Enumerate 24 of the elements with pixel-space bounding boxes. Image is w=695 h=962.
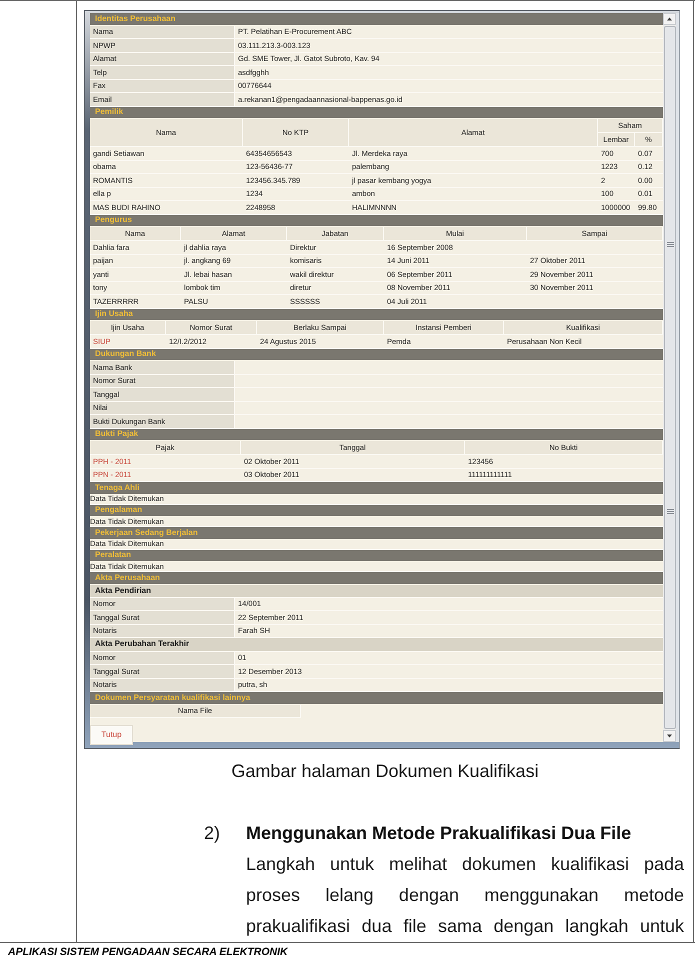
section-header: Pengurus [90, 214, 663, 227]
step-heading: Menggunakan Metode Prakualifikasi Dua File [246, 822, 632, 845]
section-header: Akta Perusahaan [90, 572, 663, 584]
page-footer: APLIKASI SISTEM PENGADAAN SECARA ELEKTRONIK [8, 947, 288, 958]
close-button[interactable]: Tutup [90, 724, 133, 744]
section-header: Bukti Pajak [90, 428, 663, 441]
section-header: Pemilik [90, 106, 663, 119]
section-header: Identitas Perusahaan [90, 13, 663, 26]
grip-icon [666, 509, 674, 514]
scroll-up-icon[interactable] [663, 13, 676, 25]
section-header: Pengalaman [90, 504, 663, 517]
section-header: Peralatan [90, 550, 663, 562]
scroll-down-icon[interactable] [663, 730, 676, 742]
section-header: Dukungan Bank [90, 348, 663, 361]
section-header: Tenaga Ahli [90, 482, 663, 494]
list-number: 2) [204, 822, 222, 845]
section-header: Ijin Usaha [90, 308, 663, 321]
figure-caption: Gambar halaman Dokumen Kualifikasi [231, 761, 539, 782]
step-paragraph: Langkah untuk melihat dokumen kualifikasi pada proses lelang dengan menggunakan metode prakualifikasi dua file sama dengan langkah untuk [246, 853, 684, 938]
section-header: Dokumen Persyaratan kualifikasi lainnya [90, 692, 663, 704]
section-header: Pekerjaan Sedang Berjalan [90, 527, 663, 540]
subsection-header: Akta Pendirian [90, 584, 663, 598]
subsection-header: Akta Perubahan Terakhir [90, 638, 663, 652]
grip-icon [666, 242, 674, 247]
